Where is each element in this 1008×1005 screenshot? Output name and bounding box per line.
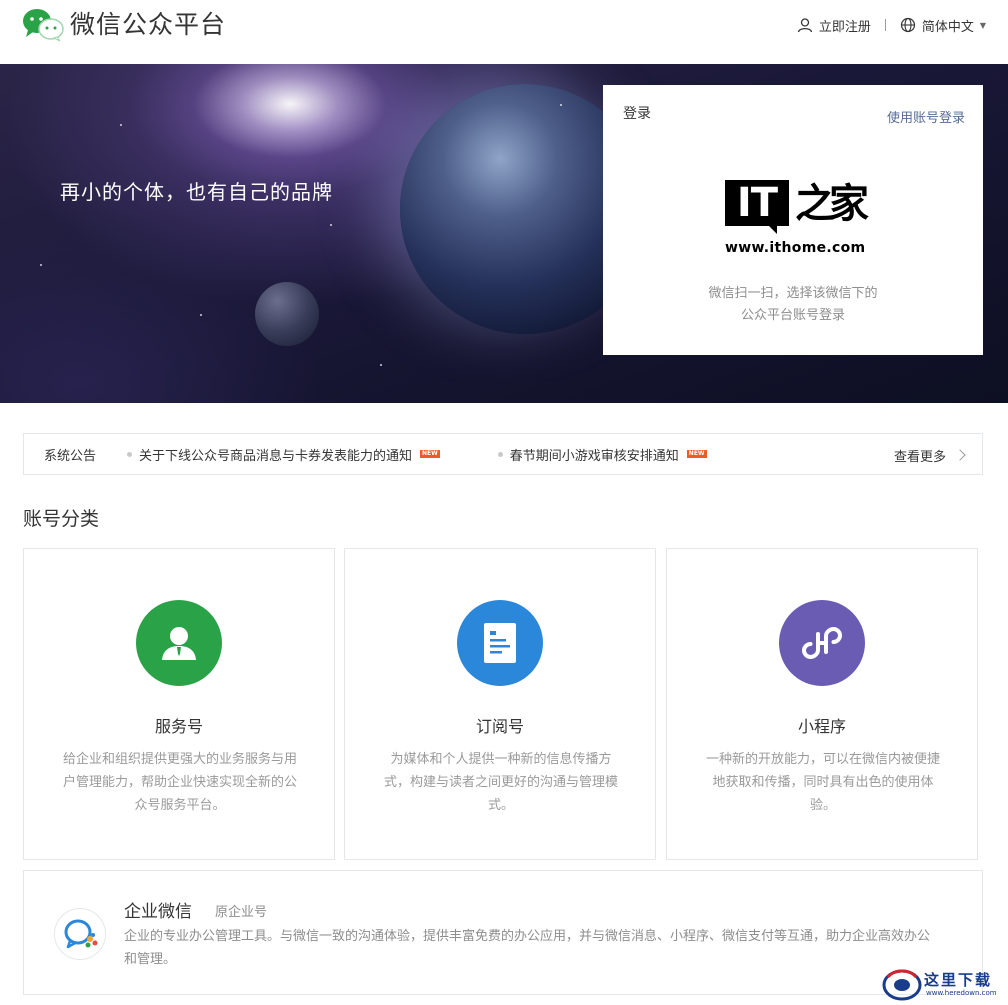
announcement-item[interactable]: 关于下线公众号商品消息与卡券发表能力的通知 NEW xyxy=(127,445,440,464)
qr-code-area: IT 之家 www.ithome.com xyxy=(725,180,869,260)
enterprise-wechat-card[interactable]: 企业微信 原企业号 企业的专业办公管理工具。与微信一致的沟通体验，提供丰富免费的… xyxy=(23,870,983,995)
watermark-logo: 这里下载 www.heredown.com xyxy=(880,965,1008,1005)
section-title: 账号分类 xyxy=(23,508,100,530)
header-divider xyxy=(884,19,886,31)
star-decoration xyxy=(560,104,562,106)
login-instructions-line1: 微信扫一扫，选择该微信下的 xyxy=(708,286,878,301)
card-title: 服务号 xyxy=(154,717,203,736)
subscription-account-icon xyxy=(457,600,543,686)
subscription-account-card[interactable]: 订阅号 为媒体和个人提供一种新的信息传播方式，构建与读者之间更好的沟通与管理模式… xyxy=(344,548,656,860)
moon-image xyxy=(255,282,319,346)
register-label: 立即注册 xyxy=(818,19,871,35)
new-badge: NEW xyxy=(420,450,440,458)
enterprise-wechat-icon xyxy=(54,908,106,960)
banner-slogan: 再小的个体，也有自己的品牌 xyxy=(60,180,333,204)
globe-icon xyxy=(900,17,915,33)
user-icon xyxy=(797,18,812,33)
card-title: 小程序 xyxy=(797,717,846,736)
star-decoration xyxy=(380,364,382,366)
login-panel: 登录 使用账号登录 IT 之家 www.ithome.com 微信扫一扫，选择该… xyxy=(603,85,983,355)
mini-program-card[interactable]: 小程序 一种新的开放能力，可以在微信内被便捷地获取和传播，同时具有出色的使用体验… xyxy=(666,548,978,860)
announcement-item[interactable]: 春节期间小游戏审核安排通知 NEW xyxy=(497,445,707,464)
new-badge: NEW xyxy=(686,450,707,458)
register-link[interactable]: 立即注册 xyxy=(797,16,871,35)
bullet-icon xyxy=(127,451,133,457)
announcement-text: 春节期间小游戏审核安排通知 xyxy=(509,448,679,464)
watermark-url: www.heredown.com xyxy=(926,989,997,997)
announcement-bar: 系统公告 关于下线公众号商品消息与卡券发表能力的通知 NEW 春节期间小游戏审核… xyxy=(23,433,983,475)
view-more-label: 查看更多 xyxy=(893,449,946,465)
site-title[interactable]: 微信公众平台 xyxy=(70,8,226,42)
service-account-card[interactable]: 服务号 给企业和组织提供更强大的业务服务与用户管理能力，帮助企业快速实现全新的公… xyxy=(23,548,335,860)
language-selector[interactable]: 简体中文 ▼ xyxy=(900,16,986,35)
chevron-right-icon xyxy=(954,449,966,461)
service-account-icon xyxy=(136,600,222,686)
card-description: 给企业和组织提供更强大的业务服务与用户管理能力，帮助企业快速实现全新的公众号服务… xyxy=(62,752,297,813)
star-decoration xyxy=(120,124,122,126)
mini-program-icon xyxy=(779,600,865,686)
enterprise-description: 企业的专业办公管理工具。与微信一致的沟通体验，提供丰富免费的办公应用，并与微信消… xyxy=(124,929,931,967)
card-description: 一种新的开放能力，可以在微信内被便捷地获取和传播，同时具有出色的使用体验。 xyxy=(705,752,940,813)
language-label: 简体中文 xyxy=(921,19,974,35)
ithome-url: www.ithome.com xyxy=(725,240,866,256)
ithome-logo-tail xyxy=(767,224,777,234)
caret-down-icon: ▼ xyxy=(979,20,986,30)
ithome-logo-it: IT xyxy=(725,180,789,226)
star-decoration xyxy=(330,224,332,226)
star-decoration xyxy=(40,264,42,266)
announcement-label: 系统公告 xyxy=(44,448,97,464)
star-decoration xyxy=(200,314,202,316)
wechat-logo-icon[interactable] xyxy=(22,8,64,42)
login-title: 登录 xyxy=(623,106,651,122)
watermark-swirl-icon xyxy=(882,969,922,1001)
announcement-text: 关于下线公众号商品消息与卡券发表能力的通知 xyxy=(139,448,413,464)
watermark-text: 这里下载 xyxy=(924,971,993,989)
view-more-link[interactable]: 查看更多 xyxy=(893,434,966,476)
top-header: 微信公众平台 立即注册 简体中文 ▼ xyxy=(0,0,1008,64)
bullet-icon xyxy=(497,451,503,457)
enterprise-subtitle: 原企业号 xyxy=(215,905,268,920)
header-actions: 立即注册 简体中文 ▼ xyxy=(797,14,986,36)
card-description: 为媒体和个人提供一种新的信息传播方式，构建与读者之间更好的沟通与管理模式。 xyxy=(383,752,618,813)
card-title: 订阅号 xyxy=(475,717,524,736)
login-instructions: 微信扫一扫，选择该微信下的 公众平台账号登录 xyxy=(603,283,983,327)
enterprise-title: 企业微信 xyxy=(124,902,192,922)
login-instructions-line2: 公众平台账号登录 xyxy=(740,308,845,323)
ithome-logo-glyph: 之家 xyxy=(795,180,869,227)
account-login-link[interactable]: 使用账号登录 xyxy=(887,107,965,126)
